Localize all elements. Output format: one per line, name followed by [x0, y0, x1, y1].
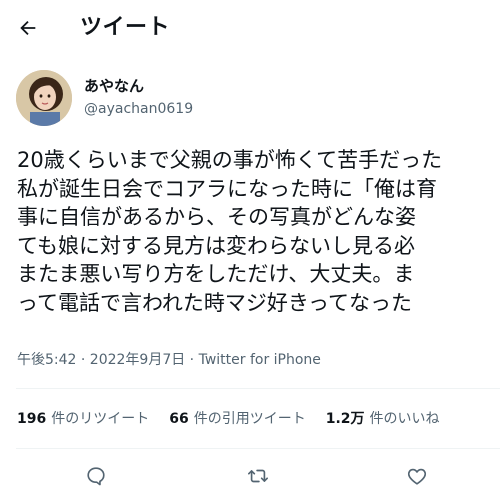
like-count-value: 1.2万	[325, 411, 365, 427]
divider	[16, 388, 500, 389]
tweet-line: 事に自信があるから、その写真がどんな姿	[17, 205, 416, 229]
tweet-text: 20歳くらいまで父親の事が怖くて苦手だった 私が誕生日会でコアラになった時に「俺…	[17, 146, 500, 317]
reply-icon	[87, 467, 105, 486]
tweet-detail-page: ツイート あやなん @ayachan0619 20歳くらいまで父親の事が怖くて苦…	[0, 0, 500, 500]
tweet-line: ても娘に対する見方は変わらないし見る必	[17, 233, 415, 258]
tweet-line: 私が誕生日会でコアラになった時に「俺は育	[17, 176, 437, 201]
quote-count-label: 件の引用ツイート	[193, 411, 306, 427]
reply-button[interactable]	[82, 462, 110, 490]
author-name[interactable]: あやなん	[84, 76, 144, 96]
tweet-line: って電話で言われた時マジ好きってなった	[17, 290, 413, 315]
top-header: ツイート	[0, 0, 500, 56]
retweet-icon	[248, 469, 268, 483]
quote-count-value: 66	[169, 411, 189, 427]
arrow-left-icon	[20, 20, 36, 36]
like-count[interactable]: 1.2万 件のいいね	[326, 409, 440, 429]
profile-photo	[16, 70, 72, 126]
engagement-stats: 196 件のリツイート 66 件の引用ツイート 1.2万 件のいいね	[17, 409, 460, 429]
action-bar	[0, 460, 500, 496]
tweet-timestamp[interactable]: 午後5:42 · 2022年9月7日 · Twitter for iPhone	[17, 350, 321, 370]
heart-icon	[407, 468, 427, 485]
page-title: ツイート	[80, 15, 171, 40]
divider	[16, 448, 500, 449]
retweet-count-value: 196	[17, 411, 47, 427]
tweet-line: 20歳くらいまで父親の事が怖くて苦手だった	[17, 148, 443, 172]
tweet-text-container: 20歳くらいまで父親の事が怖くて苦手だった 私が誕生日会でコアラになった時に「俺…	[0, 140, 500, 320]
retweet-count[interactable]: 196 件のリツイート	[17, 409, 149, 429]
tweet-line: またま悪い写り方をしただけ、大丈夫。ま	[17, 262, 415, 286]
author-handle[interactable]: @ayachan0619	[84, 100, 193, 118]
like-count-label: 件のいいね	[369, 411, 440, 427]
retweet-button[interactable]	[244, 462, 272, 490]
back-button[interactable]	[12, 12, 44, 44]
like-button[interactable]	[403, 462, 431, 490]
quote-count[interactable]: 66 件の引用ツイート	[169, 409, 305, 429]
avatar[interactable]	[16, 70, 72, 126]
retweet-count-label: 件のリツイート	[51, 411, 150, 427]
